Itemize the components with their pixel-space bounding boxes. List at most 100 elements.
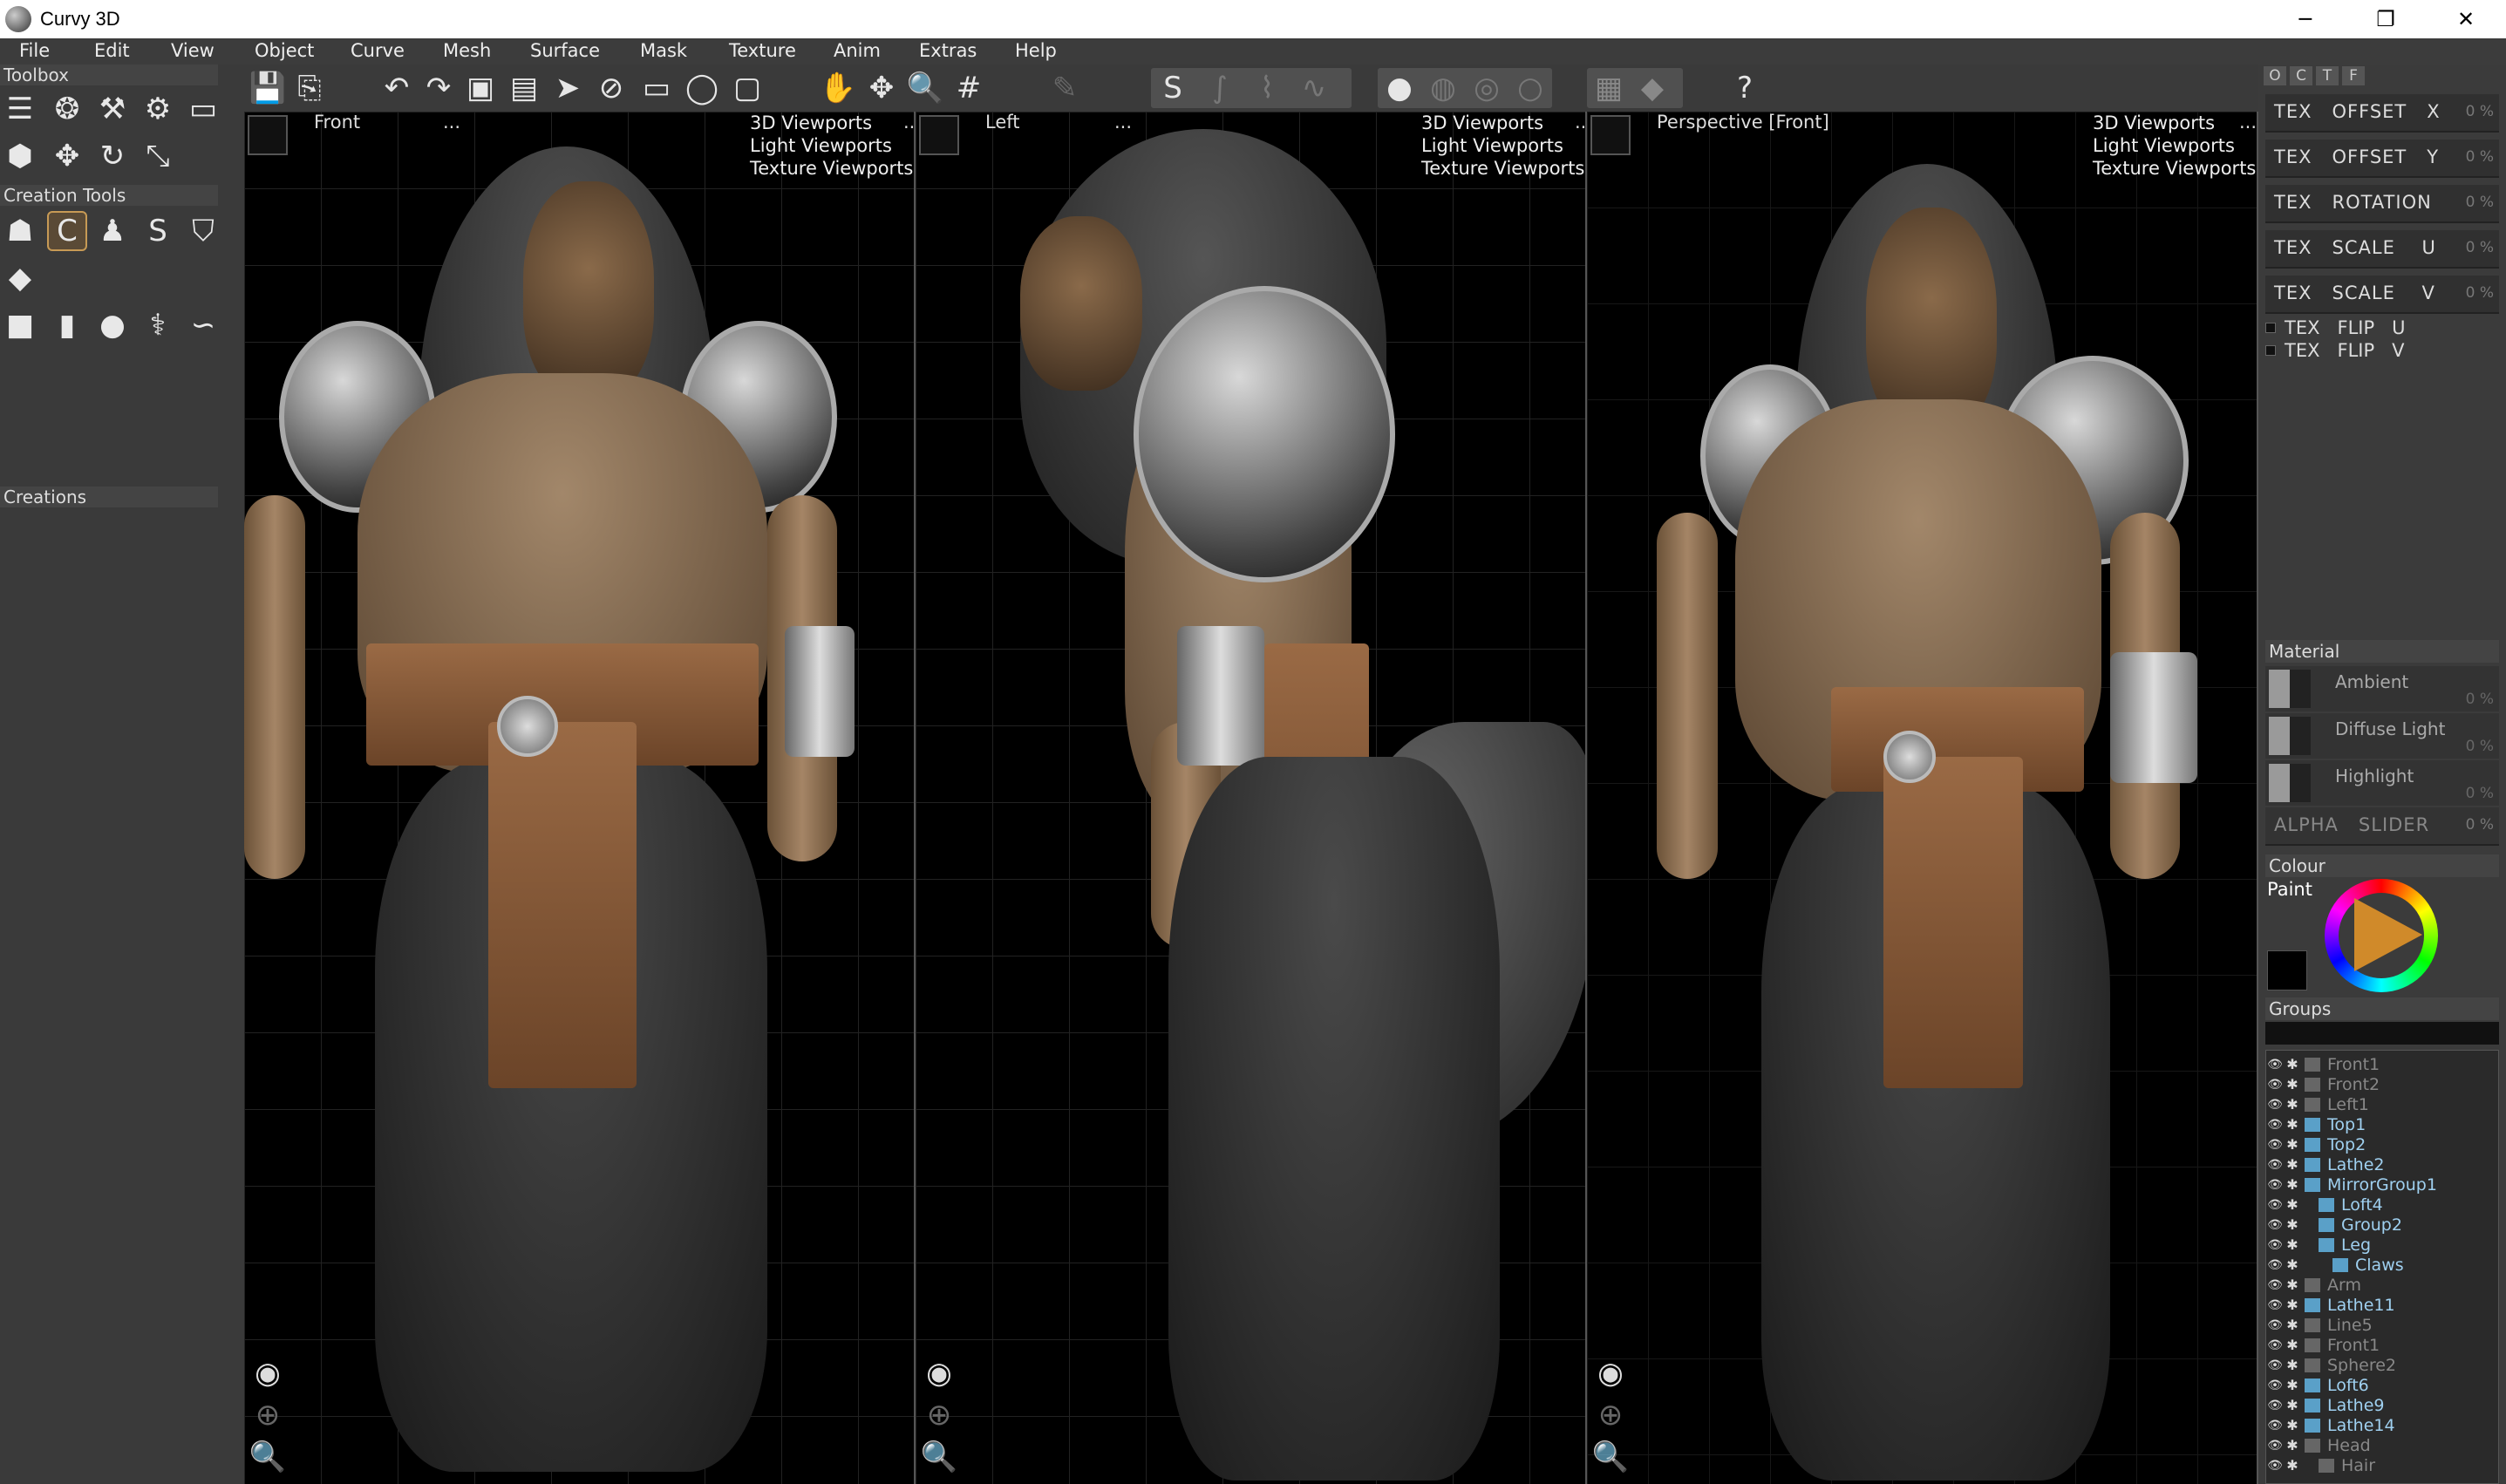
colour-wheel[interactable] [2325,879,2438,992]
viewport-dots[interactable]: ... [443,112,460,133]
cylinder-primitive-icon[interactable]: ▮ [47,305,87,345]
save-as-icon[interactable]: ⎘ [291,70,328,106]
tube-primitive-icon[interactable]: ∽ [183,305,223,345]
visibility-eye-icon[interactable]: 👁 [2266,1058,2284,1072]
groups-filter-input[interactable] [2265,1022,2499,1045]
cube-primitive-icon[interactable]: ■ [0,305,40,345]
menu-edit[interactable]: Edit [94,40,130,61]
redo-icon[interactable]: ↷ [420,70,457,106]
visibility-eye-icon[interactable]: 👁 [2266,1118,2284,1132]
tab-f[interactable]: F [2342,66,2365,85]
checkbox[interactable] [2265,323,2276,333]
stack-tool-icon[interactable]: ☰ [0,89,40,129]
visibility-eye-icon[interactable]: 👁 [2266,1098,2284,1112]
grid-icon[interactable]: # [950,70,987,106]
freehand-curve-icon[interactable]: S [1154,70,1191,106]
multi-view-icon[interactable]: ◆ [1634,70,1671,106]
loft-tool-icon[interactable]: ♟ [92,211,133,251]
highlight-slider[interactable]: Highlight 0 % [2265,760,2499,806]
paste-icon[interactable]: ▤ [506,70,542,106]
minimize-button[interactable]: ─ [2265,0,2346,38]
diffuse-light-slider[interactable]: Diffuse Light 0 % [2265,713,2499,759]
menu-object[interactable]: Object [255,40,314,61]
lock-star-icon[interactable]: ✱ [2284,1196,2301,1213]
viewport-menu-dots[interactable]: ... [2239,112,2257,133]
menu-view[interactable]: View [171,40,215,61]
menu-texture[interactable]: Texture [729,40,796,61]
lock-star-icon[interactable]: ✱ [2284,1457,2301,1474]
menu-mask[interactable]: Mask [640,40,687,61]
plane-tool-icon[interactable]: ◆ [0,258,40,298]
menu-anim[interactable]: Anim [834,40,881,61]
lock-star-icon[interactable]: ✱ [2284,1236,2301,1253]
visibility-eye-icon[interactable]: 👁 [2266,1158,2284,1172]
group-item[interactable]: 👁 ✱ Top1 [2266,1114,2366,1134]
lock-star-icon[interactable]: ✱ [2284,1156,2301,1173]
rotate-view-icon[interactable]: ⊕ [248,1395,288,1435]
erase-curve-icon[interactable]: ∿ [1296,70,1332,106]
group-item[interactable]: 👁 ✱ Left1 [2266,1094,2369,1114]
tex-flip-v-checkbox[interactable]: TEX FLIP V [2265,340,2405,361]
group-item[interactable]: 👁 ✱ Front1 [2266,1054,2380,1074]
hidden-sphere-icon[interactable]: ○ [1512,70,1549,106]
visibility-eye-icon[interactable]: 👁 [2266,1238,2284,1252]
group-item[interactable]: 👁 ✱ Lathe14 [2266,1415,2394,1435]
viewport-menu-3d[interactable]: 3D Viewports [750,112,913,134]
blend-tool-icon[interactable]: ❂ [47,89,87,129]
smooth-curve-icon[interactable]: ∫ [1202,70,1238,106]
viewport-menu-texture[interactable]: Texture Viewports [750,157,913,180]
menu-mesh[interactable]: Mesh [443,40,491,61]
viewport-corner-button[interactable] [1590,115,1631,155]
tex-flip-u-checkbox[interactable]: TEX FLIP U [2265,317,2406,338]
cup-tool-icon[interactable]: ⛉ [183,211,223,251]
lock-star-icon[interactable]: ✱ [2284,1377,2301,1393]
group-item[interactable]: 👁 ✱ Front2 [2266,1074,2380,1094]
viewport-left[interactable]: Left ... 3D Viewports Light Viewports Te… [916,112,1587,1484]
draw-curve-icon[interactable]: ✎ [1046,70,1083,106]
lock-star-icon[interactable]: ✱ [2284,1256,2301,1273]
undo-icon[interactable]: ↶ [378,70,415,106]
group-item[interactable]: 👁 ✱ Lathe2 [2266,1154,2384,1174]
wire-sphere-icon[interactable]: ◍ [1425,70,1461,106]
move-view-icon[interactable]: ✥ [863,70,900,106]
current-colour-swatch[interactable] [2267,950,2307,990]
rotate-tool-icon[interactable]: ↻ [92,136,133,176]
lock-star-icon[interactable]: ✱ [2284,1437,2301,1453]
viewport-corner-button[interactable] [919,115,959,155]
tab-t[interactable]: T [2316,66,2339,85]
visibility-eye-icon[interactable]: 👁 [2266,1439,2284,1453]
viewport-corner-button[interactable] [248,115,288,155]
lock-star-icon[interactable]: ✱ [2284,1276,2301,1293]
visibility-eye-icon[interactable]: 👁 [2266,1399,2284,1413]
viewport-menu-light[interactable]: Light Viewports [2093,134,2256,157]
group-item[interactable]: 👁 ✱ Leg [2266,1235,2371,1255]
zoom-icon[interactable]: 🔍 [907,70,943,106]
scale-tool-icon[interactable]: ⤡ [138,136,178,176]
visibility-eye-icon[interactable]: 👁 [2266,1258,2284,1272]
lock-star-icon[interactable]: ✱ [2284,1116,2301,1133]
group-item[interactable]: 👁 ✱ Claws [2266,1255,2404,1275]
light-toggle-icon[interactable]: ◉ [1590,1353,1631,1393]
sphere-primitive-icon[interactable]: ● [92,305,133,345]
viewport-menu-3d[interactable]: 3D Viewports [2093,112,2256,134]
visibility-eye-icon[interactable]: 👁 [2266,1459,2284,1473]
menu-surface[interactable]: Surface [530,40,600,61]
shaded-sphere-icon[interactable]: ● [1381,70,1418,106]
visibility-eye-icon[interactable]: 👁 [2266,1138,2284,1152]
visibility-eye-icon[interactable]: 👁 [2266,1419,2284,1433]
colour-triangle[interactable] [2354,898,2422,971]
visibility-eye-icon[interactable]: 👁 [2266,1318,2284,1332]
visibility-eye-icon[interactable]: 👁 [2266,1078,2284,1092]
group-item[interactable]: 👁 ✱ Loft6 [2266,1375,2369,1395]
lock-star-icon[interactable]: ✱ [2284,1096,2301,1113]
lock-star-icon[interactable]: ✱ [2284,1176,2301,1193]
group-item[interactable]: 👁 ✱ Loft4 [2266,1195,2383,1215]
viewport-perspective[interactable]: Perspective [Front] 3D Viewports Light V… [1587,112,2258,1484]
lasso-select-icon[interactable]: ◯ [684,70,720,106]
zoom-view-icon[interactable]: 🔍 [248,1437,288,1477]
tex-offset-y-slider[interactable]: TEX OFFSET Y 0 % [2265,140,2499,178]
lock-star-icon[interactable]: ✱ [2284,1357,2301,1373]
viewport-menu-texture[interactable]: Texture Viewports [1421,157,1584,180]
tex-offset-x-slider[interactable]: TEX OFFSET X 0 % [2265,94,2499,133]
visibility-eye-icon[interactable]: 👁 [2266,1178,2284,1192]
